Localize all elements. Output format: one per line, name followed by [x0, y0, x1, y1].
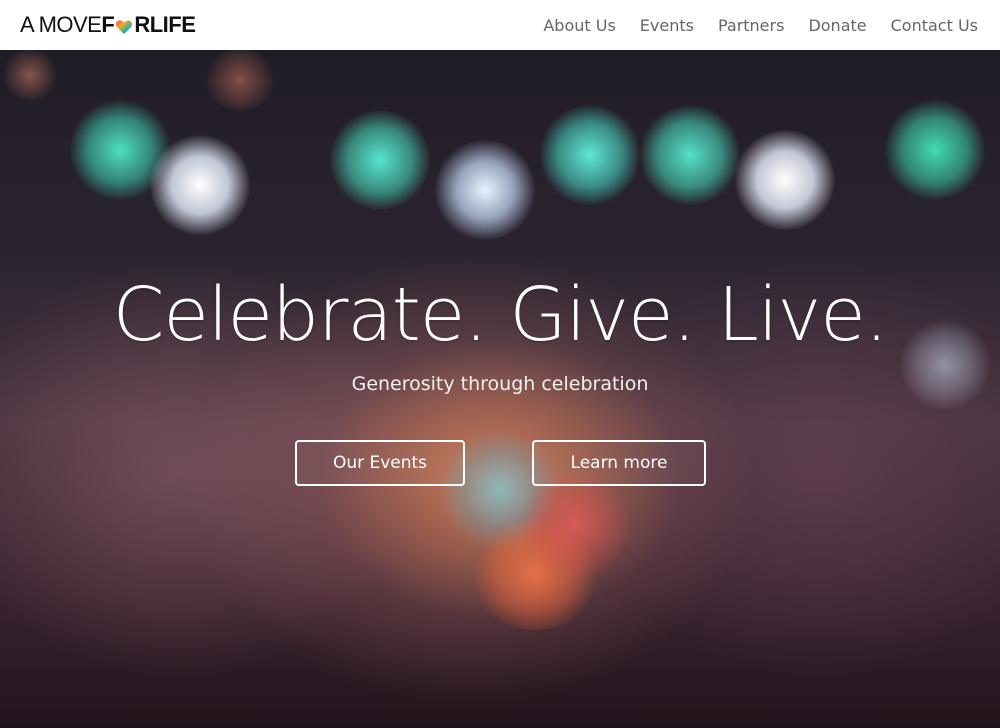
nav-item-about-us[interactable]: About Us — [543, 16, 615, 35]
brand-text-life: LIFE — [149, 12, 196, 37]
learn-more-button[interactable]: Learn more — [532, 440, 706, 486]
nav-item-partners[interactable]: Partners — [718, 16, 784, 35]
nav-item-events[interactable]: Events — [640, 16, 694, 35]
hero-subhead: Generosity through celebration — [351, 373, 649, 395]
top-navbar: A MOVE F R LIFE About Us Events Partners — [0, 0, 1000, 50]
hero-headline: Celebrate. Give. Live. — [112, 272, 889, 358]
nav-item-contact-us[interactable]: Contact Us — [891, 16, 978, 35]
brand-logo[interactable]: A MOVE F R LIFE — [20, 9, 196, 41]
hero-section: Celebrate. Give. Live. Generosity throug… — [0, 50, 1000, 728]
our-events-button[interactable]: Our Events — [295, 440, 465, 486]
brand-text-a-move: A MOVE — [20, 12, 102, 37]
brand-text-f: F — [101, 12, 115, 37]
nav-item-donate[interactable]: Donate — [808, 16, 866, 35]
hero-content: Celebrate. Give. Live. Generosity throug… — [0, 50, 1000, 728]
brand-text-r: R — [134, 12, 150, 37]
main-nav: About Us Events Partners Donate Contact … — [543, 0, 978, 50]
heart-icon — [115, 16, 133, 35]
